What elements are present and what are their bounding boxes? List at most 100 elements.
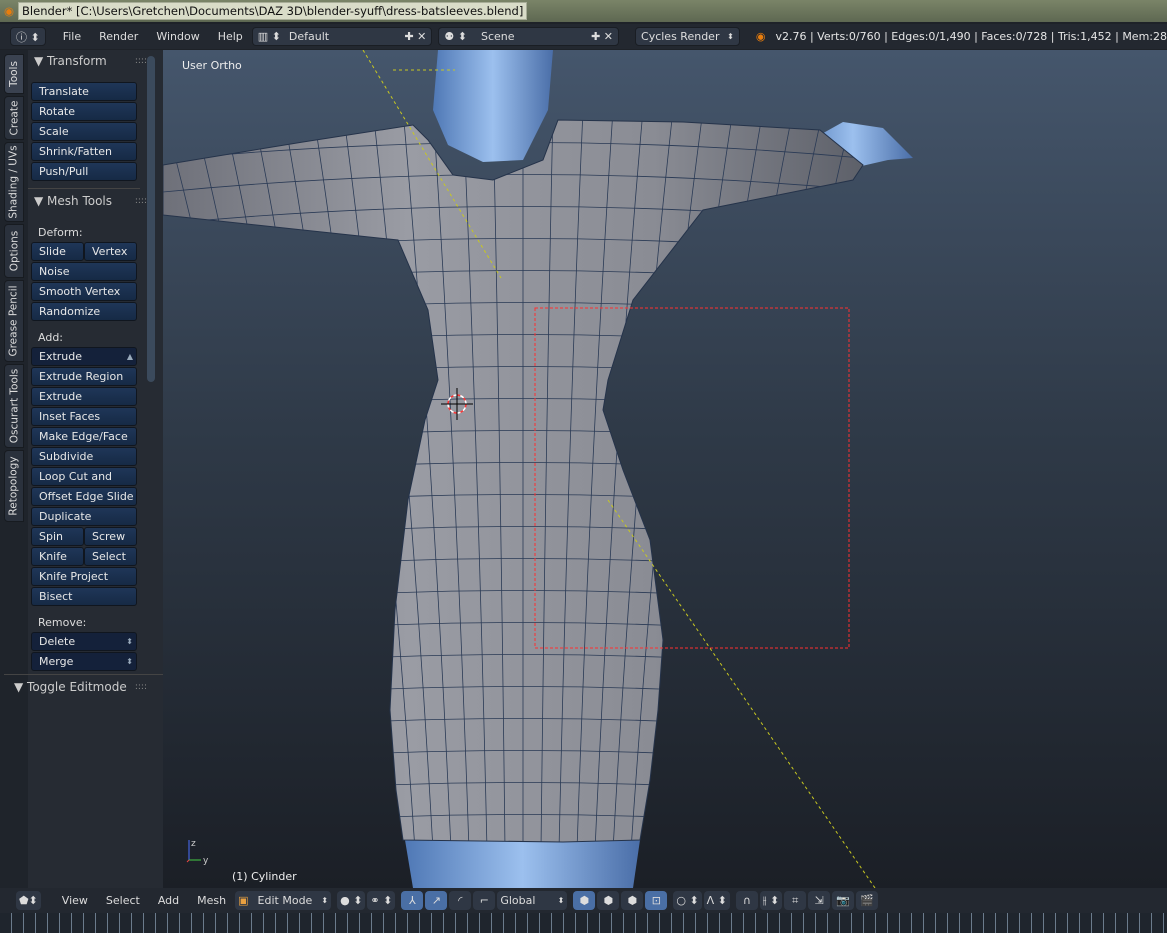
rotate-button[interactable]: Rotate bbox=[31, 102, 137, 121]
dropdown-arrows-icon: ▲ bbox=[126, 352, 133, 361]
window-title: Blender* [C:\Users\Gretchen\Documents\DA… bbox=[18, 2, 528, 20]
tab-create[interactable]: Create bbox=[4, 96, 24, 140]
knife-project-button[interactable]: Knife Project bbox=[31, 567, 137, 586]
delete-dropdown[interactable]: Delete ⬍ bbox=[31, 632, 137, 651]
blender-logo-icon: ◉ bbox=[4, 4, 15, 18]
translate-button[interactable]: Translate bbox=[31, 82, 137, 101]
scene-icon: ⚉ ⬍ bbox=[444, 30, 467, 43]
shrink-fatten-button[interactable]: Shrink/Fatten bbox=[31, 142, 137, 161]
scene-selector[interactable]: ⚉ ⬍ Scene ✚ ✕ bbox=[438, 27, 620, 46]
randomize-button[interactable]: Randomize bbox=[31, 302, 137, 321]
dress-mesh[interactable] bbox=[163, 119, 864, 843]
drag-grip-icon[interactable]: :::: bbox=[135, 682, 147, 692]
slide-edge-button[interactable]: Slide Ed bbox=[31, 242, 84, 275]
axis-z-label: z bbox=[191, 839, 196, 849]
inset-faces-button[interactable]: Inset Faces bbox=[31, 407, 137, 426]
translate-manipulator-icon[interactable]: ↗ bbox=[425, 891, 448, 910]
timeline[interactable] bbox=[0, 913, 1167, 933]
knife-select-button[interactable]: Select bbox=[84, 547, 137, 566]
tool-shelf: ▼ Transform :::: Translate Rotate Scale … bbox=[4, 50, 163, 888]
scene-name: Scene bbox=[480, 30, 515, 43]
tab-label: Options bbox=[8, 230, 21, 272]
active-object-name: (1) Cylinder bbox=[232, 870, 297, 883]
menu-render[interactable]: Render bbox=[90, 30, 147, 43]
tab-label: Grease Pencil bbox=[8, 285, 21, 357]
extrude-individual-button[interactable]: Extrude Individual bbox=[31, 387, 137, 420]
panel-title: Toggle Editmode bbox=[27, 680, 127, 694]
snap-target-icon[interactable]: ⌗ bbox=[784, 891, 807, 910]
add-layout-icon[interactable]: ✚ ✕ bbox=[404, 30, 426, 43]
tab-tools[interactable]: Tools bbox=[4, 54, 24, 94]
limit-selection-visible-icon[interactable]: ⊡ bbox=[645, 891, 668, 910]
add-scene-icon[interactable]: ✚ ✕ bbox=[591, 30, 613, 43]
slide-vertex-button[interactable]: Vertex bbox=[84, 242, 137, 261]
subdivide-button[interactable]: Subdivide bbox=[31, 447, 137, 466]
viewport-shading-solid-icon[interactable]: ● ⬍ bbox=[337, 891, 366, 910]
manipulator-toggle-icon[interactable]: ⅄ bbox=[401, 891, 424, 910]
screen-layout-selector[interactable]: ▥ ⬍ Default ✚ ✕ bbox=[251, 27, 433, 46]
tab-label: Shading / UVs bbox=[8, 145, 20, 219]
menu-select[interactable]: Select bbox=[97, 894, 149, 907]
toggle-editmode-panel-header[interactable]: ▼ Toggle Editmode bbox=[14, 680, 127, 694]
bisect-button[interactable]: Bisect bbox=[31, 587, 137, 606]
offset-edge-slide-button[interactable]: Offset Edge Slide bbox=[31, 487, 137, 506]
tool-shelf-scrollbar[interactable] bbox=[147, 56, 155, 382]
tab-options[interactable]: Options bbox=[4, 224, 24, 278]
rotate-manipulator-icon[interactable]: ◜ bbox=[449, 891, 472, 910]
edit-mode-icon: ▣ bbox=[238, 894, 249, 907]
edge-select-icon[interactable]: ⬢ bbox=[597, 891, 620, 910]
knife-button[interactable]: Knife bbox=[31, 547, 84, 566]
menu-window[interactable]: Window bbox=[147, 30, 208, 43]
scale-button[interactable]: Scale bbox=[31, 122, 137, 141]
menu-mesh[interactable]: Mesh bbox=[188, 894, 235, 907]
tab-oscurart-tools[interactable]: Oscurart Tools bbox=[4, 364, 24, 448]
title-bar: ◉ Blender* [C:\Users\Gretchen\Documents\… bbox=[0, 0, 1167, 22]
make-edge-face-button[interactable]: Make Edge/Face bbox=[31, 427, 137, 446]
screw-button[interactable]: Screw bbox=[84, 527, 137, 546]
pivot-point-icon[interactable]: ⚭ ⬍ bbox=[367, 891, 396, 910]
snap-align-icon[interactable]: ⇲ bbox=[808, 891, 831, 910]
info-header: ⓘ ⬍ File Render Window Help ▥ ⬍ Default … bbox=[0, 24, 1167, 49]
proportional-editing-icon[interactable]: ○ ⬍ bbox=[673, 891, 702, 910]
3d-viewport[interactable]: z y User Ortho (1) Cylinder bbox=[163, 50, 1167, 888]
scene-stats: v2.76 | Verts:0/760 | Edges:0/1,490 | Fa… bbox=[775, 30, 1167, 43]
add-label: Add: bbox=[38, 331, 64, 344]
drag-grip-icon[interactable]: :::: bbox=[135, 56, 147, 66]
editor-type-info-icon[interactable]: ⓘ ⬍ bbox=[10, 27, 46, 46]
view-name: User Ortho bbox=[182, 59, 242, 72]
mesh-edge-ring bbox=[684, 120, 794, 842]
mode-dropdown[interactable]: ▣ Edit Mode ⬍ bbox=[235, 891, 332, 910]
scale-manipulator-icon[interactable]: ⌐ bbox=[473, 891, 496, 910]
merge-dropdown[interactable]: Merge ⬍ bbox=[31, 652, 137, 671]
spin-button[interactable]: Spin bbox=[31, 527, 84, 546]
tab-shading-uvs[interactable]: Shading / UVs bbox=[4, 142, 24, 222]
extrude-region-button[interactable]: Extrude Region bbox=[31, 367, 137, 386]
transform-panel-header[interactable]: ▼ Transform bbox=[34, 54, 107, 68]
render-animation-icon[interactable]: 🎬 bbox=[856, 891, 879, 910]
dropdown-arrows-icon: ⬍ bbox=[727, 32, 734, 41]
render-opengl-icon[interactable]: 📷 bbox=[832, 891, 855, 910]
duplicate-button[interactable]: Duplicate bbox=[31, 507, 137, 526]
orientation-dropdown[interactable]: Global ⬍ bbox=[497, 891, 568, 910]
menu-file[interactable]: File bbox=[54, 30, 90, 43]
menu-help[interactable]: Help bbox=[209, 30, 252, 43]
mesh-tools-panel-header[interactable]: ▼ Mesh Tools bbox=[34, 194, 112, 208]
snap-toggle-icon[interactable]: ∩ bbox=[735, 891, 758, 910]
tab-grease-pencil[interactable]: Grease Pencil bbox=[4, 280, 24, 362]
noise-button[interactable]: Noise bbox=[31, 262, 137, 281]
face-select-icon[interactable]: ⬢ bbox=[621, 891, 644, 910]
editor-type-3d-view-icon[interactable]: ⬟⬍ bbox=[16, 891, 41, 910]
tab-retopology[interactable]: Retopology bbox=[4, 450, 24, 522]
render-engine-dropdown[interactable]: Cycles Render ⬍ bbox=[635, 27, 740, 46]
falloff-icon[interactable]: Λ ⬍ bbox=[703, 891, 730, 910]
extrude-dropdown[interactable]: Extrude ▲ bbox=[31, 347, 137, 366]
menu-view[interactable]: View bbox=[53, 894, 97, 907]
loop-cut-slide-button[interactable]: Loop Cut and Slide bbox=[31, 467, 137, 500]
snap-element-icon[interactable]: ⫲ ⬍ bbox=[759, 891, 783, 910]
vertex-select-icon[interactable]: ⬢ bbox=[573, 891, 596, 910]
drag-grip-icon[interactable]: :::: bbox=[135, 196, 147, 206]
smooth-vertex-button[interactable]: Smooth Vertex bbox=[31, 282, 137, 301]
tab-label: Retopology bbox=[8, 456, 21, 516]
push-pull-button[interactable]: Push/Pull bbox=[31, 162, 137, 181]
menu-add[interactable]: Add bbox=[149, 894, 188, 907]
